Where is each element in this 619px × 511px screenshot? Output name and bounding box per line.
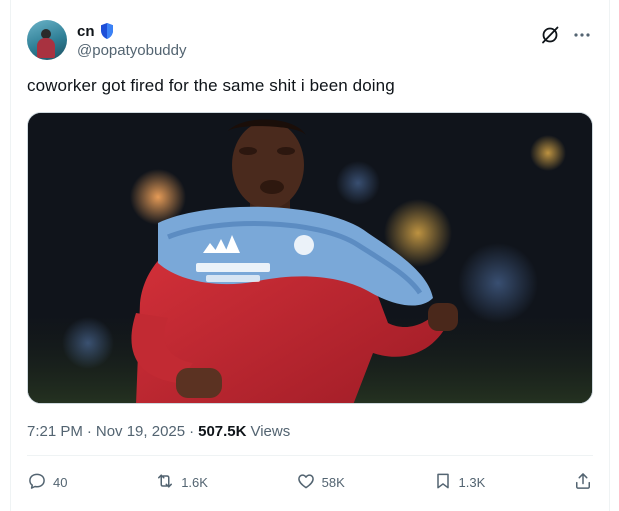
shield-badge-icon[interactable] — [99, 22, 115, 40]
meta-separator: · — [86, 423, 92, 440]
tweet-meta: 7:21 PM · Nov 19, 2025 · 507.5K Views — [27, 423, 290, 440]
more-icon[interactable] — [571, 24, 593, 46]
meta-separator: · — [189, 423, 195, 440]
like-count: 58K — [321, 474, 345, 490]
bookmark-icon — [433, 471, 453, 494]
views-label: Views — [250, 423, 291, 440]
repost-icon — [155, 471, 175, 494]
repost-count: 1.6K — [181, 474, 208, 490]
tweet-date[interactable]: Nov 19, 2025 — [96, 423, 185, 440]
reply-button[interactable]: 40 — [27, 471, 67, 494]
like-button[interactable]: 58K — [296, 471, 345, 494]
tweet-card: cn @popatyobuddy coworker got fired for … — [10, 0, 610, 511]
top-actions — [539, 24, 593, 46]
avatar-figure-body — [37, 38, 55, 58]
tweet-time[interactable]: 7:21 PM — [27, 423, 83, 440]
views-count: 507.5K — [198, 423, 247, 440]
tweet-text: coworker got fired for the same shit i b… — [27, 76, 395, 95]
display-name[interactable]: cn — [77, 23, 95, 40]
bookmark-button[interactable]: 1.3K — [433, 471, 486, 494]
reply-count: 40 — [53, 474, 68, 490]
grok-icon[interactable] — [539, 24, 561, 46]
tweet-photo[interactable] — [27, 112, 593, 404]
divider — [27, 455, 593, 456]
bookmark-count: 1.3K — [458, 474, 486, 490]
tweet-header: cn @popatyobuddy — [27, 20, 593, 64]
photo-illustration — [28, 113, 592, 403]
avatar[interactable] — [27, 20, 67, 60]
reply-icon — [27, 471, 47, 494]
display-name-row: cn — [77, 21, 186, 41]
share-button[interactable] — [573, 471, 593, 494]
share-icon — [573, 471, 593, 494]
repost-button[interactable]: 1.6K — [155, 471, 208, 494]
action-bar: 40 1.6K 58K 1.3K — [27, 468, 593, 496]
heart-icon — [296, 471, 316, 494]
author-handle[interactable]: @popatyobuddy — [77, 42, 186, 59]
author-names: cn @popatyobuddy — [77, 21, 186, 60]
